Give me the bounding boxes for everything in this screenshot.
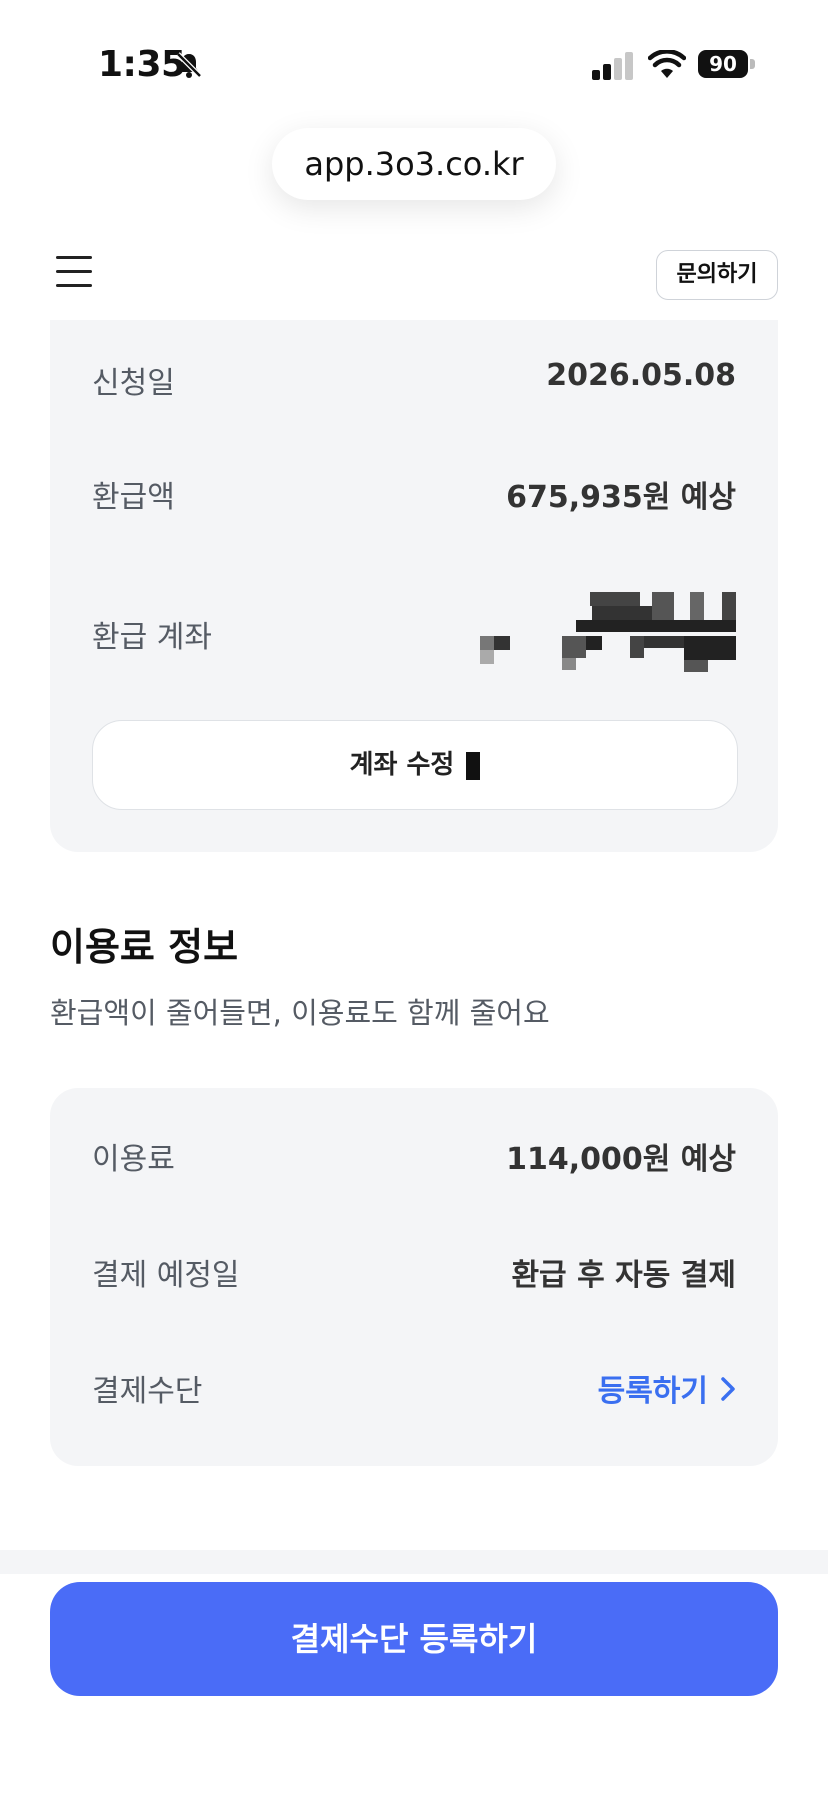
battery-percent: 90: [709, 52, 737, 76]
bottom-divider: [0, 1550, 828, 1574]
edit-account-button[interactable]: 계좌 수정: [92, 720, 738, 810]
wifi-icon: [647, 49, 687, 84]
refund-info-card: 신청일 2026.05.08 환급액 675,935원 예상 환급 계좌 계좌 …: [50, 320, 778, 852]
row-label: 결제수단: [92, 1374, 203, 1409]
inquiry-button[interactable]: 문의하기: [656, 250, 778, 300]
status-bar: 1:35 90: [0, 0, 828, 120]
hamburger-menu-icon[interactable]: [54, 252, 94, 292]
redacted-account-number: [480, 592, 736, 674]
edit-account-label: 계좌 수정: [349, 750, 455, 780]
row-label: 환급 계좌: [92, 620, 212, 655]
chevron-right-icon: [720, 1375, 736, 1410]
fee-section-subtitle: 환급액이 줄어들면, 이용료도 함께 줄어요: [50, 996, 550, 1030]
row-label: 이용료: [92, 1142, 175, 1177]
row-label: 환급액: [92, 480, 175, 515]
register-payment-link[interactable]: 등록하기: [598, 1366, 736, 1410]
register-payment-method-button[interactable]: 결제수단 등록하기: [50, 1582, 778, 1696]
redacted-mark: [466, 751, 481, 780]
address-bar[interactable]: app.3o3.co.kr: [272, 128, 556, 200]
row-value: 675,935원 예상: [506, 480, 736, 515]
row-label: 결제 예정일: [92, 1258, 240, 1293]
row-value: 2026.05.08: [546, 358, 736, 393]
row-value: 114,000원 예상: [506, 1142, 736, 1177]
row-label: 신청일: [92, 366, 175, 401]
fee-info-card: 이용료 114,000원 예상 결제 예정일 환급 후 자동 결제 결제수단 등…: [50, 1088, 778, 1466]
row-value: 환급 후 자동 결제: [511, 1258, 736, 1293]
bell-muted-icon: [174, 50, 204, 84]
cellular-signal-icon: [592, 52, 636, 84]
register-payment-label: 등록하기: [597, 1374, 708, 1409]
battery-icon: 90: [698, 50, 756, 78]
status-time: 1:35: [98, 44, 186, 85]
fee-section-title: 이용료 정보: [50, 925, 239, 969]
